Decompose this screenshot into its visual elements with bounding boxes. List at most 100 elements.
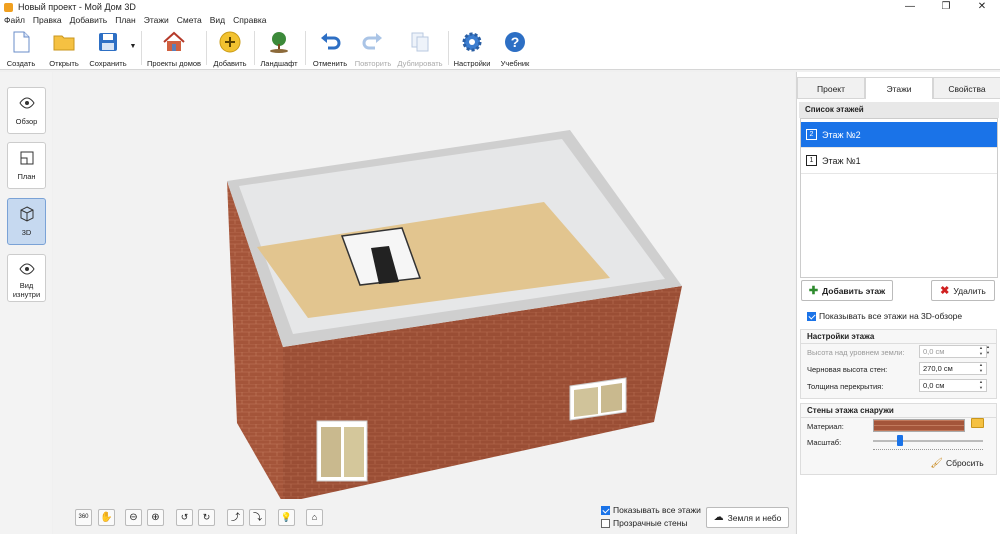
menu-add[interactable]: Добавить (66, 14, 112, 27)
cloud-icon: ☁ (713, 512, 724, 523)
delete-floor-button[interactable]: ✖ Удалить (931, 280, 995, 301)
title-bar: Новый проект - Мой Дом 3D — ❐ ✕ (0, 0, 1000, 14)
window-title: Новый проект - Мой Дом 3D (18, 2, 136, 12)
maximize-button[interactable]: ❐ (928, 0, 964, 14)
settings-button[interactable]: Настройки (452, 30, 492, 68)
transparent-walls-checkbox[interactable]: Прозрачные стены (601, 518, 688, 528)
menu-file[interactable]: Файл (0, 14, 29, 27)
show-all-3d-label: Показывать все этажи на 3D-обзоре (819, 311, 963, 321)
menu-view[interactable]: Вид (206, 14, 229, 27)
show-all-floors-label: Показывать все этажи (613, 505, 701, 515)
menu-bar: Файл Правка Добавить План Этажи Смета Ви… (0, 14, 1000, 27)
tab-properties[interactable]: Свойства (933, 77, 1000, 99)
lightbulb-icon[interactable]: 💡 (278, 509, 295, 526)
plan-icon (20, 151, 33, 165)
view-mode-bar: Обзор План 3D Вид изнутри (0, 72, 52, 534)
window-left (316, 420, 368, 482)
add-button[interactable]: Добавить (210, 30, 250, 68)
scale-slider-track[interactable] (873, 440, 983, 442)
scale-label: Масштаб: (807, 438, 842, 447)
floppy-disk-icon (99, 33, 117, 51)
add-floor-button[interactable]: ✚ Добавить этаж (801, 280, 893, 301)
undo-button[interactable]: Отменить (310, 30, 350, 68)
toolbar-separator (305, 31, 306, 65)
tab-floors[interactable]: Этажи (865, 77, 933, 99)
reset-button[interactable]: 🖌 Сбросить (929, 455, 985, 471)
ground-sky-label: Земля и небо (727, 512, 782, 523)
save-button[interactable]: Сохранить (86, 30, 130, 68)
transparent-walls-label: Прозрачные стены (613, 518, 688, 528)
rotate-360-icon[interactable]: 360 (75, 509, 92, 526)
inside-view-button[interactable]: Вид изнутри (7, 254, 46, 302)
tilt-down-icon[interactable]: ⤵ (249, 509, 266, 526)
redo-icon (362, 33, 382, 50)
eye-icon (18, 97, 35, 109)
3d-view-button[interactable]: 3D (7, 198, 46, 245)
rotate-left-icon[interactable]: ↺ (176, 509, 193, 526)
height-stepper[interactable]: 0,0 см (919, 345, 987, 358)
duplicate-button[interactable]: Дублировать (396, 30, 444, 68)
floor-item[interactable]: 2 Этаж №2 (801, 122, 997, 148)
landscape-button[interactable]: Ландшафт (258, 30, 300, 68)
checkbox-unchecked[interactable] (601, 518, 610, 528)
zoom-in-icon[interactable]: ⊕ (147, 509, 164, 526)
checkbox-checked[interactable] (601, 505, 610, 515)
create-button[interactable]: Создать (4, 30, 38, 68)
pan-hand-icon[interactable]: ✋ (98, 509, 115, 526)
tutorial-button[interactable]: ? Учебник (497, 30, 533, 68)
floor-item[interactable]: 1 Этаж №1 (801, 148, 997, 174)
menu-plan[interactable]: План (111, 14, 140, 27)
wall-height-label: Черновая высота стен: (807, 365, 888, 374)
plus-circle-icon (219, 31, 241, 53)
redo-label: Повторить (354, 59, 392, 68)
settings-label: Настройки (453, 59, 491, 68)
ground-sky-button[interactable]: ☁ Земля и небо (706, 507, 789, 528)
show-all-floors-checkbox[interactable]: Показывать все этажи (601, 505, 701, 515)
landscape-label: Ландшафт (260, 59, 298, 68)
slab-thickness-stepper[interactable]: 0,0 см (919, 379, 987, 392)
open-button[interactable]: Открыть (44, 30, 84, 68)
toolbar-separator (254, 31, 255, 65)
close-button[interactable]: ✕ (964, 0, 1000, 14)
3d-viewport[interactable] (53, 72, 795, 503)
height-label: Высота над уровнем земли: (807, 348, 905, 357)
plan-view-button[interactable]: План (7, 142, 46, 189)
overview-label: Обзор (15, 117, 38, 126)
redo-button[interactable]: Повторить (352, 30, 394, 68)
house-projects-button[interactable]: Проекты домов (146, 30, 202, 68)
properties-panel: Проект Этажи Свойства Список этажей 2 Эт… (796, 72, 1000, 534)
show-all-floors-3d-checkbox[interactable]: Показывать все этажи на 3D-обзоре (807, 311, 962, 321)
zoom-out-icon[interactable]: ⊖ (125, 509, 142, 526)
scale-slider-thumb[interactable] (897, 435, 903, 446)
menu-estimate[interactable]: Смета (173, 14, 206, 27)
folder-icon[interactable] (971, 418, 984, 428)
menu-floors[interactable]: Этажи (140, 14, 173, 27)
rotate-right-icon[interactable]: ↻ (198, 509, 215, 526)
add-floor-label: Добавить этаж (822, 285, 886, 296)
undo-icon (321, 33, 341, 50)
floor-list[interactable]: 2 Этаж №2 1 Этаж №1 (800, 118, 998, 278)
toolbar-separator (141, 31, 142, 65)
home-icon[interactable]: ⌂ (306, 509, 323, 526)
floor-settings-title: Настройки этажа (801, 330, 996, 344)
menu-help[interactable]: Справка (229, 14, 270, 27)
checkbox-checked[interactable] (807, 311, 816, 321)
menu-edit[interactable]: Правка (29, 14, 66, 27)
open-label: Открыть (49, 59, 79, 68)
house-3d-model[interactable] (53, 72, 795, 503)
minimize-button[interactable]: — (892, 0, 928, 14)
undo-label: Отменить (312, 59, 348, 68)
height-stepper-arrows[interactable] (983, 344, 993, 358)
duplicate-label: Дублировать (397, 59, 443, 68)
tab-project[interactable]: Проект (797, 77, 865, 99)
brick-material-swatch[interactable] (873, 419, 965, 432)
material-label: Материал: (807, 422, 844, 431)
projects-label: Проекты домов (146, 59, 202, 68)
wall-height-stepper[interactable]: 270,0 см (919, 362, 987, 375)
plan-label: План (17, 172, 36, 181)
save-label: Сохранить (89, 59, 127, 68)
overview-view-button[interactable]: Обзор (7, 87, 46, 134)
panel-tabs: Проект Этажи Свойства (797, 77, 1000, 99)
tilt-up-icon[interactable]: ⤴ (227, 509, 244, 526)
main-toolbar: Создать Открыть Сохранить ▼ Проекты домо… (0, 27, 1000, 70)
